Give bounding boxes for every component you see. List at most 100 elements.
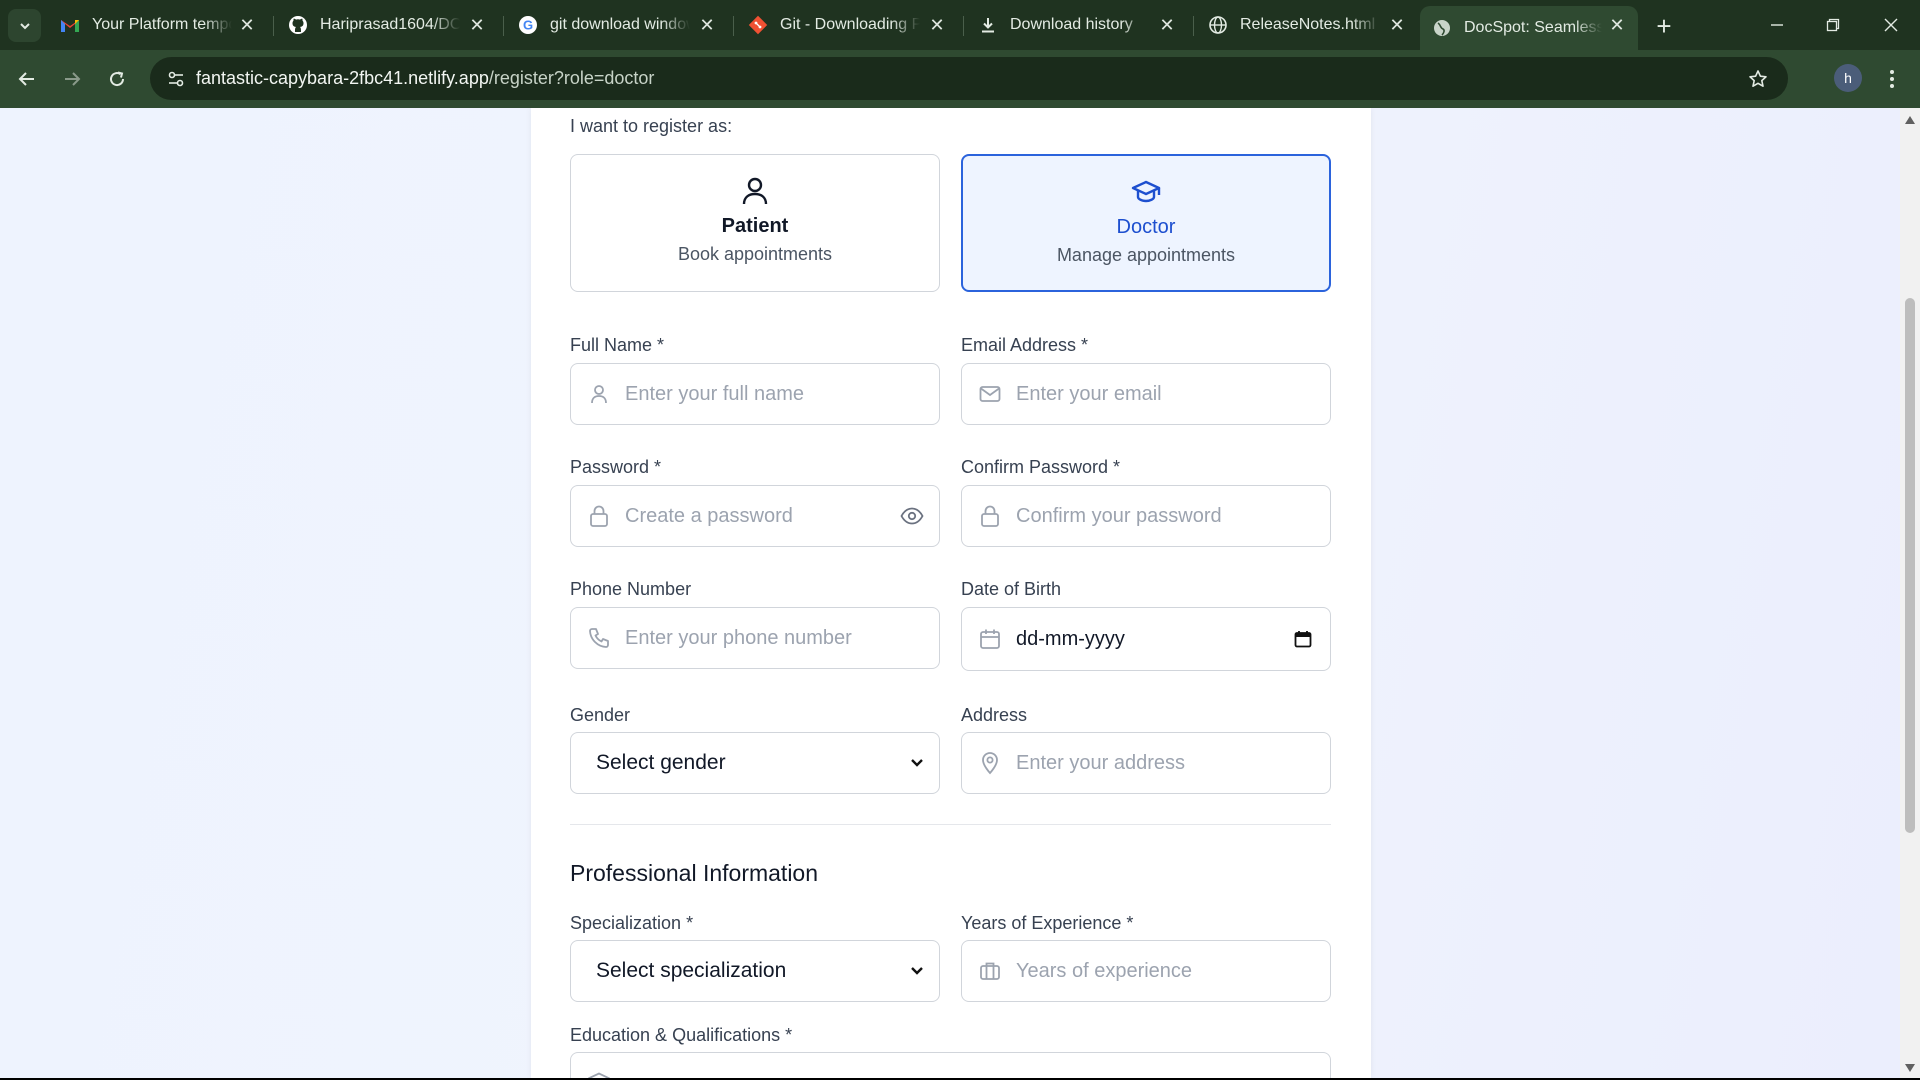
education-label: Education & Qualifications * xyxy=(570,1025,793,1045)
gender-label: Gender xyxy=(570,705,631,725)
scroll-up-arrow-icon[interactable] xyxy=(1904,114,1916,126)
reload-button[interactable] xyxy=(100,62,134,96)
dob-input[interactable]: dd-mm-yyyy xyxy=(961,607,1331,671)
reload-icon xyxy=(110,71,125,87)
phone-placeholder: Enter your phone number xyxy=(625,626,852,649)
map-pin-icon xyxy=(978,751,1002,775)
close-icon[interactable]: ✕ xyxy=(696,14,718,36)
globe-icon xyxy=(1432,18,1452,38)
briefcase-icon xyxy=(978,959,1002,983)
restore-icon xyxy=(1826,18,1840,32)
url-host: fantastic-capybara-2fbc41.netlify.app xyxy=(196,68,489,88)
restore-button[interactable] xyxy=(1813,8,1853,42)
experience-label: Years of Experience * xyxy=(961,913,1134,933)
lock-icon xyxy=(978,504,1002,528)
confirm-password-input[interactable]: Confirm your password xyxy=(961,485,1331,547)
tab-google-search[interactable]: G git download window ✕ xyxy=(506,6,728,44)
eye-icon[interactable] xyxy=(899,503,925,529)
registration-card: I want to register as: Patient Book appo… xyxy=(531,108,1371,1078)
tab-github[interactable]: Hariprasad1604/DOC ✕ xyxy=(276,6,498,44)
chevron-down-icon xyxy=(909,963,925,979)
gmail-icon xyxy=(60,15,80,35)
tab-separator xyxy=(273,16,274,36)
professional-section-title: Professional Information xyxy=(570,860,819,886)
email-input[interactable]: Enter your email xyxy=(961,363,1331,425)
experience-input[interactable]: Years of experience xyxy=(961,940,1331,1002)
tab-search-button[interactable] xyxy=(8,9,41,42)
full-name-input[interactable]: Enter your full name xyxy=(570,363,940,425)
close-icon[interactable]: ✕ xyxy=(236,14,258,36)
minimize-button[interactable] xyxy=(1757,8,1797,42)
close-icon xyxy=(1884,18,1898,32)
tab-title: Your Platform tempo xyxy=(92,16,232,33)
tab-docspot[interactable]: DocSpot: Seamless H ✕ xyxy=(1420,6,1638,50)
arrow-right-icon xyxy=(65,72,81,86)
tab-gmail[interactable]: Your Platform tempo ✕ xyxy=(48,6,268,44)
address-placeholder: Enter your address xyxy=(1016,751,1185,774)
gender-select[interactable]: Select gender xyxy=(570,732,940,794)
gender-selected: Select gender xyxy=(596,751,726,774)
full-name-placeholder: Enter your full name xyxy=(625,382,804,405)
phone-input[interactable]: Enter your phone number xyxy=(570,607,940,669)
scroll-down-arrow-icon[interactable] xyxy=(1904,1062,1916,1074)
tab-separator xyxy=(503,16,504,36)
tab-title: Hariprasad1604/DOC xyxy=(320,16,460,33)
role-title: Doctor xyxy=(1116,216,1176,238)
tab-git-downloading[interactable]: Git - Downloading Pa ✕ xyxy=(736,6,958,44)
email-label: Email Address * xyxy=(961,335,1089,355)
tab-separator xyxy=(963,16,964,36)
graduation-cap-icon xyxy=(1130,176,1162,208)
phone-icon xyxy=(587,626,611,650)
arrow-left-icon xyxy=(18,72,34,86)
phone-label: Phone Number xyxy=(570,579,692,599)
tab-download-history[interactable]: Download history ✕ xyxy=(966,6,1188,44)
dob-value: dd-mm-yyyy xyxy=(1016,627,1125,650)
close-icon[interactable]: ✕ xyxy=(1606,14,1628,36)
close-window-button[interactable] xyxy=(1871,8,1911,42)
confirm-password-label: Confirm Password * xyxy=(961,457,1121,477)
tab-title: ReleaseNotes.html xyxy=(1240,16,1376,33)
mail-icon xyxy=(978,382,1002,406)
new-tab-button[interactable]: + xyxy=(1648,10,1680,42)
close-icon[interactable]: ✕ xyxy=(1156,14,1178,36)
experience-placeholder: Years of experience xyxy=(1016,959,1193,982)
url-path: /register?role=doctor xyxy=(488,68,655,88)
close-icon[interactable]: ✕ xyxy=(1386,14,1408,36)
close-icon[interactable]: ✕ xyxy=(926,14,948,36)
role-card-patient[interactable]: Patient Book appointments xyxy=(570,154,940,292)
role-card-doctor[interactable]: Doctor Manage appointments xyxy=(961,154,1331,292)
forward-button[interactable] xyxy=(55,62,89,96)
password-input[interactable]: Create a password xyxy=(570,485,940,547)
full-name-label: Full Name * xyxy=(570,335,665,355)
specialization-selected: Select specialization xyxy=(596,959,787,982)
specialization-label: Specialization * xyxy=(570,913,694,933)
svg-text:G: G xyxy=(523,18,533,33)
address-bar[interactable]: fantastic-capybara-2fbc41.netlify.app/re… xyxy=(150,57,1788,100)
scroll-thumb[interactable] xyxy=(1905,298,1915,833)
tab-separator xyxy=(1193,16,1194,36)
calendar-picker-icon[interactable] xyxy=(1290,626,1316,652)
minimize-icon xyxy=(1771,24,1783,26)
tab-title: Download history xyxy=(1010,16,1133,33)
role-subtitle: Book appointments xyxy=(677,244,833,264)
back-button[interactable] xyxy=(10,62,44,96)
user-icon xyxy=(739,175,771,207)
password-label: Password * xyxy=(570,457,662,477)
tab-separator xyxy=(733,16,734,36)
chevron-down-icon xyxy=(909,755,925,771)
git-icon xyxy=(748,15,768,35)
email-placeholder: Enter your email xyxy=(1016,382,1162,405)
specialization-select[interactable]: Select specialization xyxy=(570,940,940,1002)
address-input[interactable]: Enter your address xyxy=(961,732,1331,794)
tab-title: Git - Downloading Pa xyxy=(780,16,920,33)
bookmark-star-icon[interactable] xyxy=(1744,65,1772,93)
more-menu-icon[interactable] xyxy=(1880,64,1904,94)
page-scrollbar[interactable] xyxy=(1900,108,1920,1078)
google-icon: G xyxy=(518,15,538,35)
close-icon[interactable]: ✕ xyxy=(466,14,488,36)
site-info-icon[interactable] xyxy=(160,63,192,95)
education-textarea[interactable] xyxy=(570,1052,1331,1078)
tab-release-notes[interactable]: ReleaseNotes.html ✕ xyxy=(1196,6,1418,44)
profile-avatar[interactable]: h xyxy=(1834,64,1862,92)
role-title: Patient xyxy=(721,215,789,237)
